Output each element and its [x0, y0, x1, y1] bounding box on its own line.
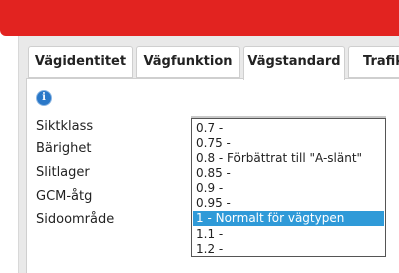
label-barighet: Bärighet — [36, 141, 92, 156]
dropdown-option[interactable]: 0.85 - — [193, 166, 384, 181]
dropdown-option[interactable]: 1.1 - — [193, 227, 384, 242]
tab-trafik[interactable]: Trafik — [348, 46, 399, 78]
dropdown-option[interactable]: 0.75 - — [193, 136, 384, 151]
dropdown-listbox[interactable]: 0.7 - 0.75 - 0.8 - Förbättrat till "A-sl… — [191, 118, 386, 257]
dropdown-option[interactable]: 0.95 - — [193, 196, 384, 211]
dropdown-option[interactable]: 0.7 - — [193, 121, 384, 136]
tab-vagstandard[interactable]: Vägstandard — [243, 46, 345, 80]
tab-vagfunktion[interactable]: Vägfunktion — [136, 46, 240, 78]
info-icon[interactable]: i — [37, 91, 51, 105]
header-bar — [0, 0, 399, 36]
dropdown-option[interactable]: 0.8 - Förbättrat till "A-slänt" — [193, 151, 384, 166]
label-sidoomrade: Sidoområde — [36, 212, 115, 227]
dropdown-option[interactable]: 0.9 - — [193, 181, 384, 196]
label-gcm-atg: GCM-åtg — [36, 189, 93, 204]
dropdown-option[interactable]: 1.2 - — [193, 242, 384, 256]
dropdown-option-selected[interactable]: 1 - Normalt för vägtypen — [193, 211, 384, 226]
label-slitlager: Slitlager — [36, 165, 90, 180]
label-siktklass: Siktklass — [36, 119, 94, 134]
tab-vagidentitet[interactable]: Vägidentitet — [28, 46, 133, 78]
